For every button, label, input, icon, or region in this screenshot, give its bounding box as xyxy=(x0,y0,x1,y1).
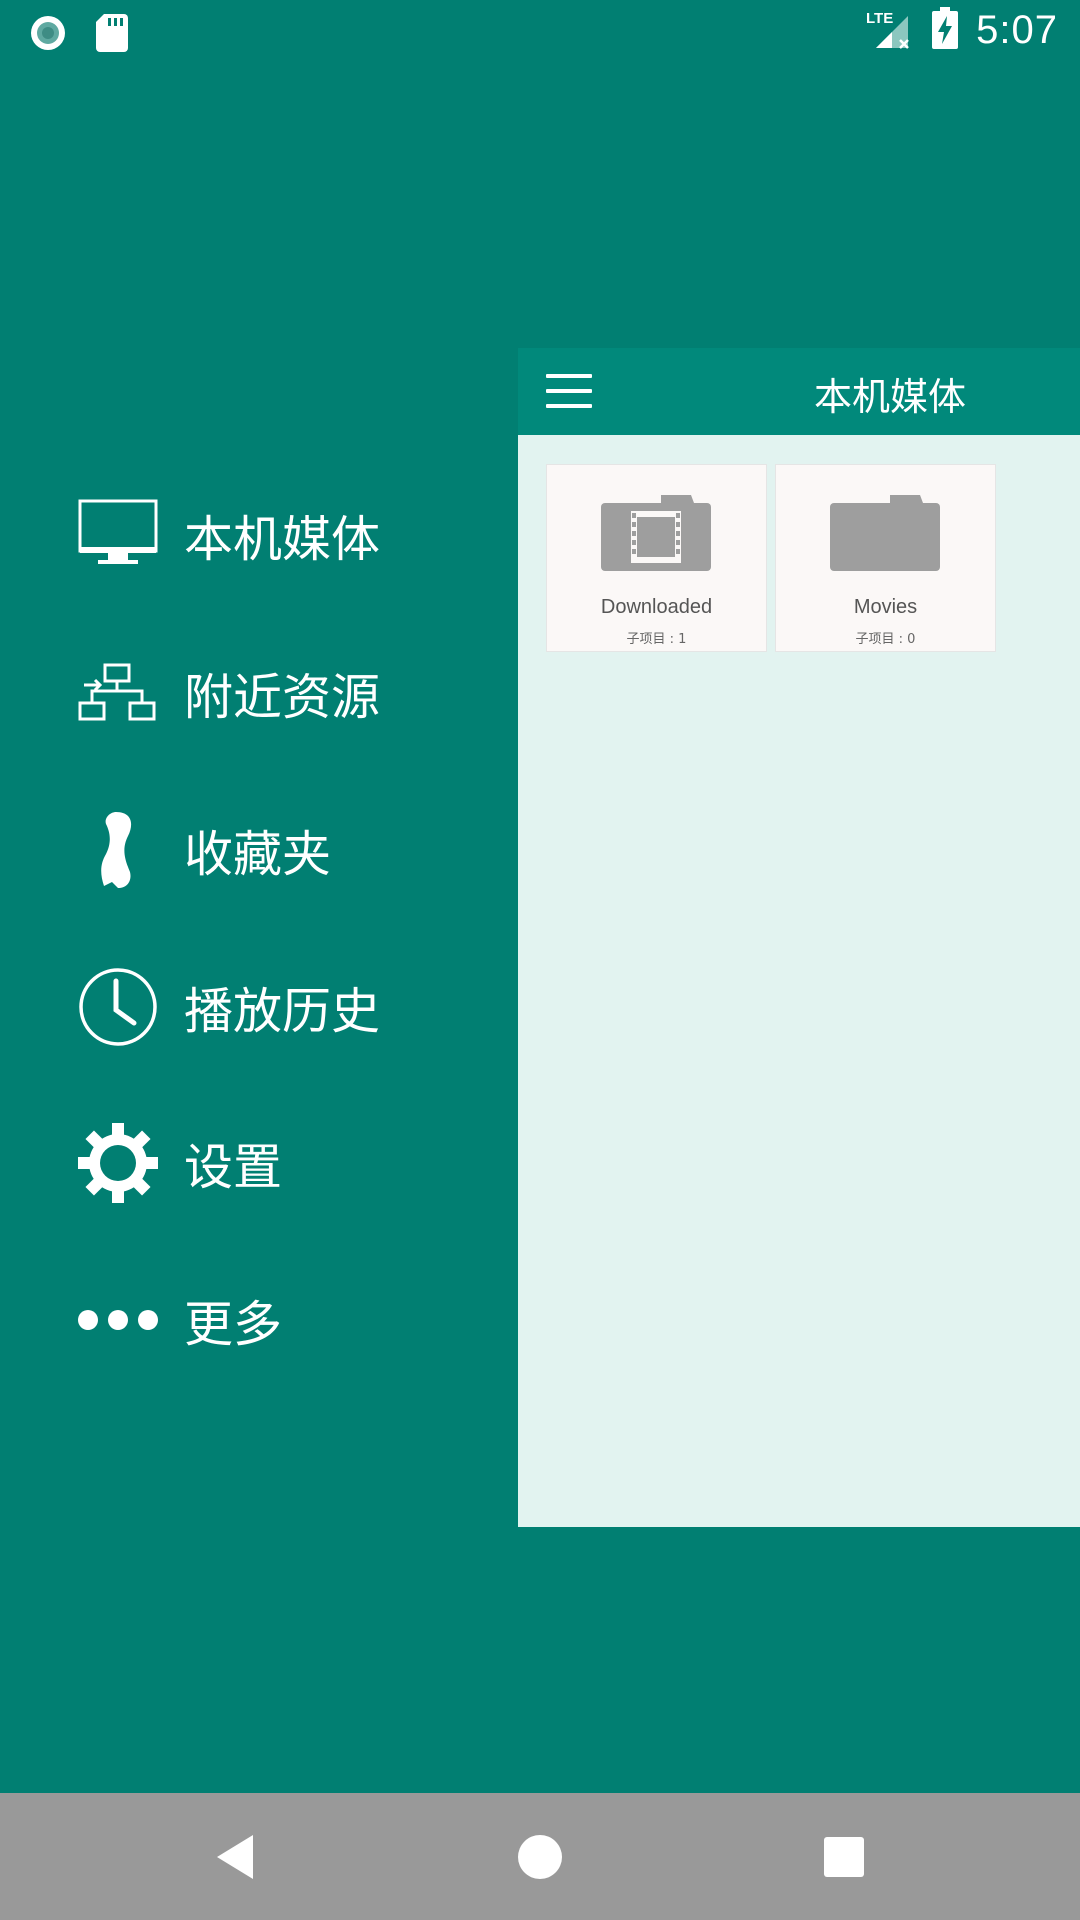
folder-grid: Downloaded 子项目 : 1 Movies 子项目 : 0 xyxy=(546,464,996,652)
folder-name: Movies xyxy=(853,596,918,618)
navigation-bar xyxy=(0,1793,1080,1920)
folder-icon xyxy=(830,495,940,571)
main-panel: 本机媒体 Downloaded 子项目: 1 Movies 子项目: 0 xyxy=(518,348,1080,1527)
drawer-item-nearby[interactable]: 附近资源 xyxy=(78,643,498,743)
back-icon[interactable] xyxy=(211,1831,263,1883)
drawer-item-settings[interactable]: 设置 xyxy=(78,1113,498,1213)
folder-card-downloaded[interactable]: Downloaded 子项目 : 1 xyxy=(546,464,767,652)
recents-icon[interactable] xyxy=(818,1831,870,1883)
folder-item-count: 子项目 : 0 xyxy=(855,632,916,647)
drawer-item-favorites[interactable]: 收藏夹 xyxy=(78,800,498,900)
more-dots-icon xyxy=(78,1280,158,1360)
page-title: 本机媒体 xyxy=(814,375,967,419)
network-icon xyxy=(78,653,158,733)
drawer-item-label: 收藏夹 xyxy=(184,825,332,883)
drawer-item-label: 本机媒体 xyxy=(184,510,381,568)
drawer-item-local-media[interactable]: 本机媒体 xyxy=(78,485,498,585)
drawer-item-history[interactable]: 播放历史 xyxy=(78,957,498,1057)
drawer-item-label: 附近资源 xyxy=(184,668,381,726)
ribbon-icon xyxy=(78,810,158,890)
folder-item-count: 子项目 : 1 xyxy=(626,632,687,647)
hamburger-icon[interactable] xyxy=(546,372,592,410)
lte-signal-icon: LTE xyxy=(864,6,914,54)
battery-charging-icon xyxy=(932,7,959,53)
folder-card-movies[interactable]: Movies 子项目 : 0 xyxy=(775,464,996,652)
gear-icon xyxy=(78,1123,158,1203)
video-folder-icon xyxy=(601,495,711,571)
drawer-item-more[interactable]: 更多 xyxy=(78,1270,498,1370)
drawer-item-label: 更多 xyxy=(184,1295,283,1353)
status-bar-right: LTE 5:07 xyxy=(864,6,1058,54)
status-time: 5:07 xyxy=(976,7,1058,52)
folder-name: Downloaded xyxy=(600,596,713,618)
monitor-icon xyxy=(78,495,158,575)
drawer-item-label: 设置 xyxy=(184,1138,283,1196)
clock-icon xyxy=(78,967,158,1047)
svg-text:LTE: LTE xyxy=(866,10,893,27)
app-bar: 本机媒体 xyxy=(518,348,1080,435)
navigation-drawer: 本机媒体 附近资源 收藏夹 播放历史 设置 更多 xyxy=(0,0,518,1793)
home-icon[interactable] xyxy=(514,1831,566,1883)
drawer-item-label: 播放历史 xyxy=(184,982,381,1040)
